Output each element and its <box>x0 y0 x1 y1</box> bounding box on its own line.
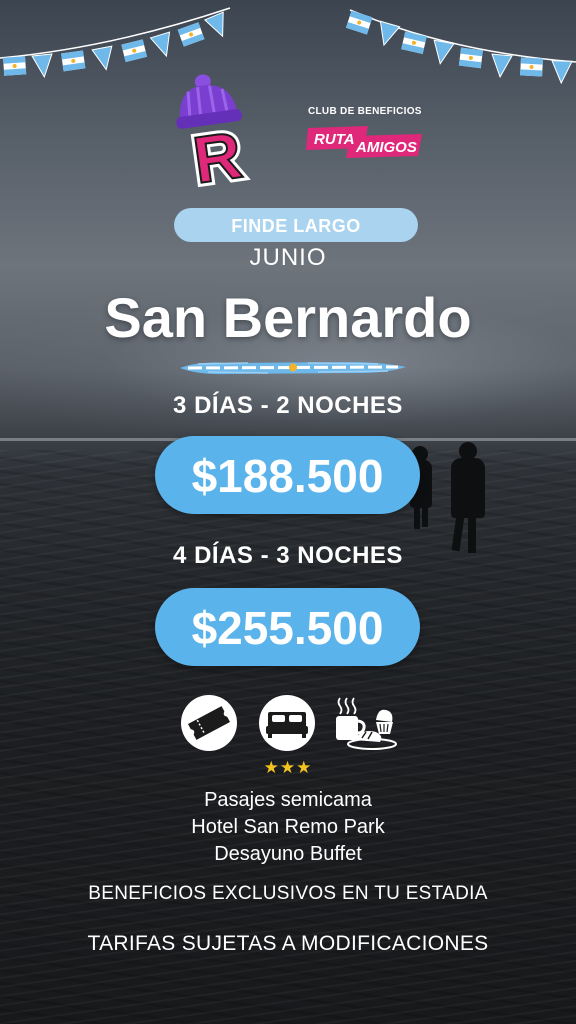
club-benefits-label: CLUB DE BENEFICIOS <box>308 106 422 117</box>
rates-disclaimer: TARIFAS SUJETAS A MODIFICACIONES <box>87 932 489 955</box>
bunting-flag <box>433 39 455 65</box>
bunting-flag <box>458 47 483 69</box>
bunting-flag <box>61 50 86 72</box>
ticket-icon <box>181 695 237 751</box>
bunting-flag <box>520 57 543 77</box>
brand-logo-r: R R <box>176 74 250 190</box>
bunting-flag <box>31 53 53 79</box>
promo-poster: R R CLUB DE BENEFICIOS RUTA AMIGOS FINDE… <box>0 0 576 1024</box>
feature-breakfast: Desayuno Buffet <box>214 843 362 865</box>
bunting-flag <box>177 22 205 47</box>
bunting-flag <box>379 20 401 47</box>
flag-bunting <box>0 7 576 85</box>
svg-text:R: R <box>189 117 247 190</box>
svg-text:RUTA: RUTA <box>314 131 355 148</box>
long-weekend-tag: FINDE LARGO <box>174 208 418 242</box>
bunting-flag <box>121 39 148 63</box>
ruta-amigos-badge: RUTA AMIGOS <box>306 126 422 158</box>
svg-text:AMIGOS: AMIGOS <box>355 139 417 156</box>
benefits-note: BENEFICIOS EXCLUSIVOS EN TU ESTADIA <box>88 883 488 904</box>
bunting-flag <box>91 45 113 71</box>
bunting-flag <box>149 31 171 58</box>
feature-hotel: Hotel San Remo Park <box>191 816 385 838</box>
bunting-flag <box>345 10 373 35</box>
bunting-flag <box>551 60 573 85</box>
bunting-flag <box>203 11 224 38</box>
package-duration-1: 3 DÍAS - 2 NOCHES <box>173 392 403 419</box>
bunting-flag <box>491 53 513 79</box>
hotel-star-rating: ★★★ <box>263 758 313 778</box>
bunting-flag <box>3 56 27 76</box>
flag-brush-stroke <box>180 362 406 375</box>
destination-title: San Bernardo <box>104 286 472 349</box>
month-label: JUNIO <box>249 244 327 271</box>
breakfast-icon <box>336 697 397 750</box>
feature-bus-tickets: Pasajes semicama <box>204 789 372 811</box>
package-price-1: $188.500 <box>155 436 420 514</box>
package-price-2: $255.500 <box>155 588 420 666</box>
package-duration-2: 4 DÍAS - 3 NOCHES <box>173 542 403 569</box>
bed-icon <box>259 695 315 751</box>
